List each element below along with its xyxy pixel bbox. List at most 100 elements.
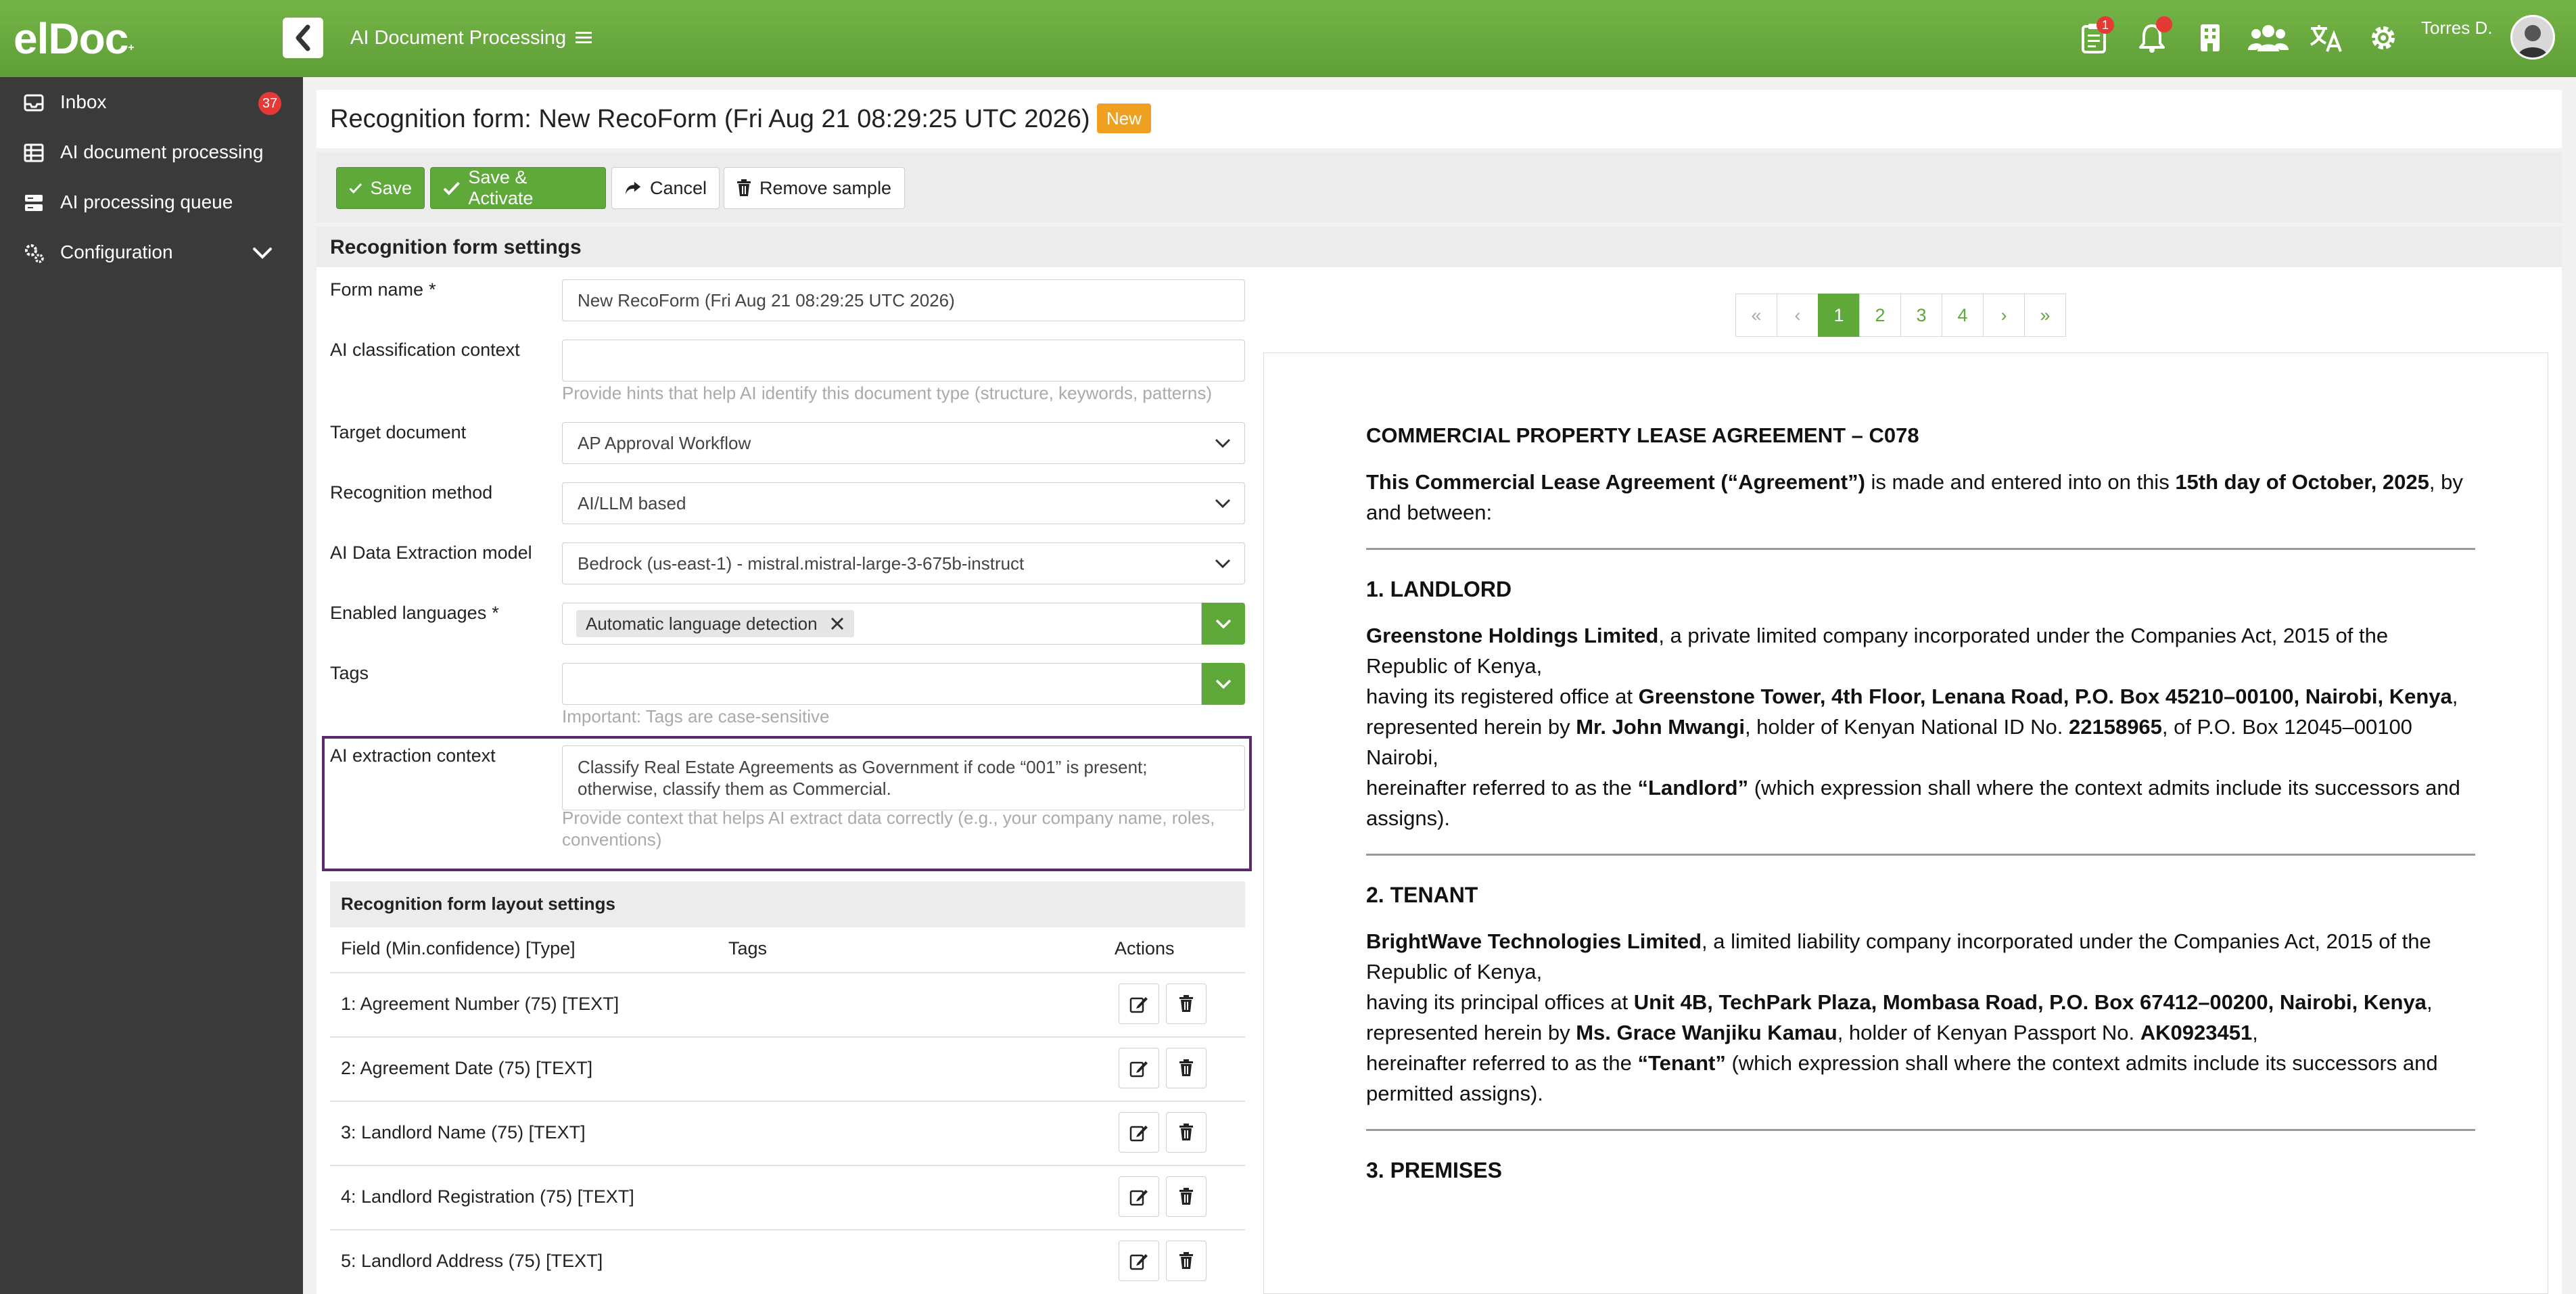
sidebar-item-label: Configuration [60, 241, 173, 262]
building-button[interactable] [2190, 18, 2230, 58]
field-name: 2: Agreement Date (75) [TEXT] [341, 1058, 593, 1078]
sidebar-item-inbox[interactable]: Inbox 37 [0, 77, 303, 127]
form-name-input[interactable]: New RecoForm (Fri Aug 21 08:29:25 UTC 20… [562, 279, 1245, 321]
settings-button[interactable] [2363, 18, 2404, 58]
trash-icon [1179, 1252, 1193, 1269]
tenant-text: hereinafter referred to as the [1366, 1051, 1638, 1075]
delete-field-button[interactable] [1166, 1112, 1207, 1153]
cancel-button[interactable]: Cancel [611, 167, 720, 209]
page-button-3[interactable]: 3 [1900, 294, 1942, 337]
page-button-1[interactable]: 1 [1818, 294, 1860, 337]
edit-icon [1129, 1190, 1148, 1206]
prev-page-button[interactable]: ‹ [1777, 294, 1819, 337]
language-chip: Automatic language detection [576, 610, 854, 637]
target-document-label: Target document [330, 422, 467, 442]
language-button[interactable] [2306, 18, 2347, 58]
target-document-select[interactable]: AP Approval Workflow [562, 422, 1245, 464]
sidebar-item-label: AI processing queue [60, 191, 233, 212]
recognition-method-value: AI/LLM based [578, 493, 686, 513]
tags-dropdown-button[interactable] [1202, 663, 1245, 705]
user-avatar[interactable] [2510, 15, 2555, 60]
tenant-text: , holder of Kenyan Passport No. [1837, 1021, 2140, 1044]
delete-field-button[interactable] [1166, 1176, 1207, 1217]
recognition-method-label: Recognition method [330, 482, 493, 503]
field-name: 3: Landlord Name (75) [TEXT] [341, 1122, 586, 1142]
delete-field-button[interactable] [1166, 984, 1207, 1024]
ai-classification-label: AI classification context [330, 340, 520, 360]
tags-label: Tags [330, 663, 369, 683]
close-icon[interactable] [830, 616, 845, 631]
edit-field-button[interactable] [1119, 1176, 1159, 1217]
cancel-button-label: Cancel [649, 177, 707, 198]
divider [1366, 1129, 2475, 1131]
next-page-button[interactable]: › [1983, 294, 2025, 337]
check-icon [349, 183, 362, 194]
column-header-tags: Tags [728, 938, 768, 958]
sidebar-item-configuration[interactable]: Configuration [0, 227, 303, 277]
table-row: 5: Landlord Address (75) [TEXT] [330, 1229, 1245, 1293]
extraction-model-value: Bedrock (us-east-1) - mistral.mistral-la… [578, 553, 1025, 574]
layout-settings-title: Recognition form layout settings [341, 894, 615, 914]
landlord-representative: Mr. John Mwangi [1576, 715, 1745, 739]
chevron-down-icon[interactable] [250, 242, 275, 264]
landlord-text: , [2452, 685, 2458, 708]
tags-input[interactable] [562, 663, 1202, 705]
edit-field-button[interactable] [1119, 1112, 1159, 1153]
sidebar-item-ai-processing-queue[interactable]: AI processing queue [0, 177, 303, 227]
edit-field-button[interactable] [1119, 1241, 1159, 1281]
settings-section-header: Recognition form settings [317, 227, 2562, 267]
remove-sample-button[interactable]: Remove sample [724, 167, 905, 209]
notifications-button[interactable] [2132, 16, 2172, 58]
back-button[interactable] [283, 18, 323, 58]
last-page-button[interactable]: » [2024, 294, 2066, 337]
trash-icon [1179, 1059, 1193, 1076]
enabled-languages-multiselect[interactable]: Automatic language detection [562, 603, 1202, 645]
chevron-down-icon [1215, 438, 1231, 448]
edit-field-button[interactable] [1119, 1048, 1159, 1088]
landlord-address: Greenstone Tower, 4th Floor, Lenana Road… [1638, 685, 2452, 708]
extraction-model-select[interactable]: Bedrock (us-east-1) - mistral.mistral-la… [562, 542, 1245, 584]
trash-icon [1179, 1188, 1193, 1205]
recognition-method-select[interactable]: AI/LLM based [562, 482, 1245, 524]
sidebar-item-label: AI document processing [60, 141, 264, 162]
documents-button[interactable]: 1 [2074, 16, 2114, 58]
intro-text: is made and entered into on this [1865, 470, 2176, 494]
section-title-landlord: 1. LANDLORD [1366, 577, 1512, 601]
form-name-label-text: Form name [330, 279, 424, 300]
first-page-button[interactable]: « [1735, 294, 1777, 337]
extraction-context-label: AI extraction context [330, 745, 496, 766]
save-activate-button[interactable]: Save & Activate [430, 167, 606, 209]
sidebar-item-ai-document-processing[interactable]: AI document processing [0, 127, 303, 177]
logo-mark: + [128, 42, 134, 53]
ai-classification-hint: Provide hints that help AI identify this… [562, 383, 1213, 403]
tags-hint: Important: Tags are case-sensitive [562, 706, 830, 726]
tenant-text: having its principal offices at [1366, 990, 1634, 1014]
user-name[interactable]: Torres D. [2421, 18, 2492, 39]
page-button-2[interactable]: 2 [1859, 294, 1901, 337]
document-preview[interactable]: COMMERCIAL PROPERTY LEASE AGREEMENT – C0… [1263, 352, 2548, 1294]
extraction-context-hint-line: Provide context that helps AI extract da… [562, 808, 1215, 828]
tenant-address: Unit 4B, TechPark Plaza, Mombasa Road, P… [1633, 990, 2427, 1014]
delete-field-button[interactable] [1166, 1241, 1207, 1281]
users-button[interactable] [2248, 18, 2289, 58]
extraction-context-textarea[interactable]: Classify Real Estate Agreements as Gover… [562, 745, 1245, 810]
chevron-down-icon [1215, 559, 1231, 569]
delete-field-button[interactable] [1166, 1048, 1207, 1088]
chevron-down-icon [1215, 499, 1231, 509]
ai-classification-input[interactable] [562, 340, 1245, 382]
edit-icon [1129, 997, 1148, 1013]
page-button-4[interactable]: 4 [1942, 294, 1984, 337]
remove-sample-button-label: Remove sample [759, 177, 892, 198]
save-activate-button-label: Save & Activate [468, 167, 534, 208]
edit-field-button[interactable] [1119, 984, 1159, 1024]
app-title[interactable]: AI Document Processing [350, 24, 592, 51]
hamburger-menu-icon[interactable] [576, 30, 592, 45]
landlord-paragraph: Greenstone Holdings Limited, a private l… [1366, 620, 2475, 833]
intro-date: 15th day of October, 2025 [2175, 470, 2429, 494]
settings-section-title: Recognition form settings [330, 236, 582, 258]
save-button[interactable]: Save [336, 167, 425, 209]
status-badge: New [1097, 103, 1151, 133]
app-title-text: AI Document Processing [350, 27, 567, 49]
app-logo[interactable]: elDoc+ [14, 9, 304, 68]
languages-dropdown-button[interactable] [1202, 603, 1245, 645]
